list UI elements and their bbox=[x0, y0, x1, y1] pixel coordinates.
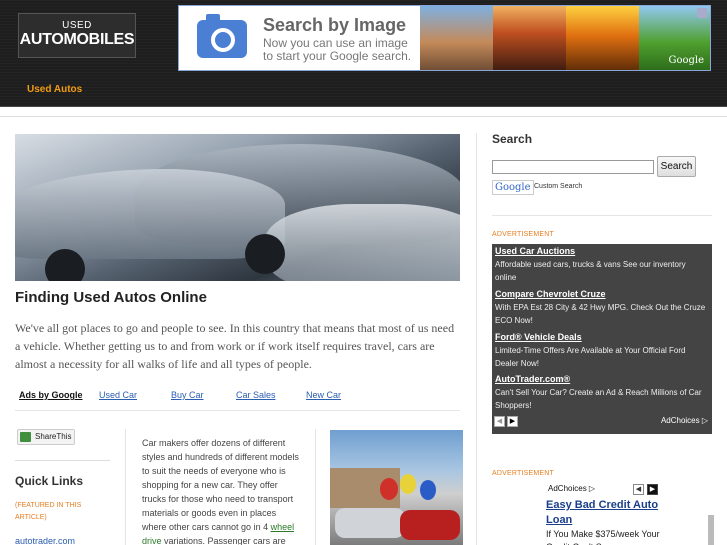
banner-photo bbox=[566, 6, 639, 70]
car-wheel bbox=[45, 249, 85, 281]
banner-photo bbox=[493, 6, 566, 70]
banner-photo-strip bbox=[420, 6, 710, 70]
logo-small-text: USED bbox=[62, 20, 92, 31]
ad-description: Can't Sell Your Car? Create an Ad & Reac… bbox=[495, 388, 702, 410]
ad-next-arrow-icon[interactable]: ▶ bbox=[647, 484, 658, 495]
advertisement-label: ADVERTISEMENT bbox=[492, 470, 554, 477]
balloon-yellow bbox=[400, 474, 416, 494]
ad-item[interactable]: Ford® Vehicle Deals Limited-Time Offers … bbox=[495, 332, 709, 370]
car-shape bbox=[265, 204, 460, 281]
site-header: USED AUTOMOBILES Search by Image Now you… bbox=[0, 0, 727, 107]
ad-description: Limited-Time Offers Are Available at You… bbox=[495, 346, 686, 368]
ad-item[interactable]: Compare Chevrolet Cruze With EPA Est 28 … bbox=[495, 289, 709, 327]
ad-item[interactable]: AutoTrader.com® Can't Sell Your Car? Cre… bbox=[495, 374, 709, 412]
ad-prev-arrow-icon[interactable]: ◀ bbox=[494, 416, 505, 427]
nav-used-autos[interactable]: Used Autos bbox=[27, 84, 82, 95]
quick-links-title: Quick Links bbox=[15, 474, 84, 488]
ad-next-arrow-icon[interactable]: ▶ bbox=[507, 416, 518, 427]
camera-icon bbox=[197, 14, 247, 58]
ad-link-new-car[interactable]: New Car bbox=[306, 390, 341, 400]
search-input[interactable] bbox=[492, 160, 654, 174]
car-shape bbox=[15, 169, 285, 259]
ad-scrollbar[interactable] bbox=[708, 515, 714, 545]
ad-description: If You Make $375/week Your Credit Can't … bbox=[546, 529, 660, 545]
car-wheel bbox=[245, 234, 285, 274]
logo-big-text: AUTOMOBILES bbox=[19, 31, 135, 48]
ad-links-bar: Ads by Google Used Car Buy Car Car Sales… bbox=[15, 387, 460, 411]
adchoices-icon[interactable] bbox=[697, 8, 707, 18]
sidebar-ad-box: Used Car Auctions Affordable used cars, … bbox=[492, 244, 712, 434]
divider bbox=[315, 429, 316, 545]
adchoices-link[interactable]: AdChoices ▷ bbox=[548, 484, 595, 493]
google-logo-badge: Google bbox=[492, 180, 534, 195]
adchoices-link[interactable]: AdChoices ▷ bbox=[661, 416, 708, 425]
banner-photo bbox=[420, 6, 493, 70]
google-image-search-banner-ad[interactable]: Search by Image Now you can use an image… bbox=[178, 5, 711, 71]
article-body-text: variations. Passenger cars are bbox=[161, 536, 286, 545]
banner-google-logo: Google bbox=[668, 55, 704, 66]
custom-search-label: Custom Search bbox=[534, 183, 583, 190]
search-button[interactable]: Search bbox=[657, 156, 696, 177]
quick-link-autotrader[interactable]: autotrader.com bbox=[15, 536, 75, 545]
ad-title-ford-deals[interactable]: Ford® Vehicle Deals bbox=[495, 332, 709, 342]
ad-description: Affordable used cars, trucks & vans See … bbox=[495, 260, 686, 282]
hero-image-cars bbox=[15, 134, 460, 281]
google-logo: Google bbox=[495, 182, 531, 193]
ad-title-used-car-auctions[interactable]: Used Car Auctions bbox=[495, 246, 709, 256]
sidebar-divider bbox=[476, 133, 477, 545]
ad-prev-arrow-icon[interactable]: ◀ bbox=[633, 484, 644, 495]
ads-by-google-label[interactable]: Ads by Google bbox=[19, 390, 83, 400]
balloon-blue bbox=[420, 480, 436, 500]
share-label: ShareThis bbox=[35, 432, 72, 441]
advertisement-label: ADVERTISEMENT bbox=[492, 231, 554, 238]
article-title: Finding Used Autos Online bbox=[15, 289, 207, 306]
featured-note: (FEATURED IN THIS ARTICLE) bbox=[15, 502, 82, 521]
ad-link-car-sales[interactable]: Car Sales bbox=[236, 390, 276, 400]
ad-link-used-car[interactable]: Used Car bbox=[99, 390, 137, 400]
banner-title: Search by Image bbox=[263, 15, 407, 35]
main-content: Finding Used Autos Online We've all got … bbox=[0, 116, 727, 545]
divider bbox=[15, 460, 110, 461]
ad-link-buy-car[interactable]: Buy Car bbox=[171, 390, 204, 400]
banner-subtitle: Now you can use an image to start your G… bbox=[263, 36, 412, 63]
ad-item[interactable]: Used Car Auctions Affordable used cars, … bbox=[495, 246, 709, 284]
site-logo[interactable]: USED AUTOMOBILES bbox=[18, 13, 136, 58]
ad-title-bad-credit-loan[interactable]: Easy Bad Credit Auto Loan bbox=[546, 498, 666, 528]
divider bbox=[125, 429, 126, 545]
ad-title-autotrader[interactable]: AutoTrader.com® bbox=[495, 374, 709, 384]
article-body-text: Car makers offer dozens of different sty… bbox=[142, 438, 299, 532]
divider bbox=[492, 215, 712, 216]
ad-title-chevrolet-cruze[interactable]: Compare Chevrolet Cruze bbox=[495, 289, 709, 299]
article-intro: We've all got places to go and people to… bbox=[15, 321, 455, 371]
share-this-button[interactable]: ShareThis bbox=[17, 429, 75, 445]
article-body: Car makers offer dozens of different sty… bbox=[142, 436, 302, 545]
ad-description: With EPA Est 28 City & 42 Hwy MPG. Check… bbox=[495, 303, 706, 325]
sidebar-search-title: Search bbox=[492, 132, 533, 146]
car-lot-photo bbox=[330, 430, 463, 545]
car-shape bbox=[335, 508, 405, 538]
car-shape bbox=[400, 510, 460, 540]
share-icon bbox=[20, 432, 31, 442]
balloon-red bbox=[380, 478, 398, 500]
